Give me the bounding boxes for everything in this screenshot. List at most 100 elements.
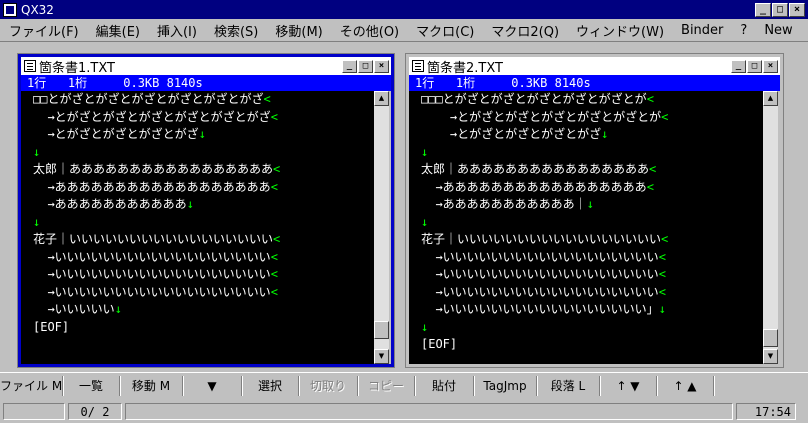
return-mark-icon: ↓ <box>601 127 609 141</box>
function-key-11[interactable]: ↑ ▼ <box>600 376 657 396</box>
line-text: →いいいいいいいいいいいいいいいいいい <box>33 249 271 264</box>
function-key-bar: ファイル M 一覧 移動 M ▼ 選択 切取り コピー 貼付 TagJmp 段落 L ↑ ▼ ↑ ▲ <box>0 372 808 399</box>
line-text: →あああああああああああああああああ <box>421 179 647 194</box>
menu-item[interactable]: ? <box>731 23 755 38</box>
scroll-thumb[interactable] <box>374 321 389 339</box>
menu-item[interactable]: New <box>755 23 800 38</box>
menu-item[interactable]: マクロ2(Q) <box>482 21 567 40</box>
document-window-1[interactable]: 箇条書1.TXT _ □ × 1行 1桁 0.3KB 8140s □□とがざとが… <box>17 53 395 368</box>
line-text: →ああああああああああああああああああ <box>33 179 271 194</box>
function-key-4[interactable]: ▼ <box>183 376 242 396</box>
function-key-2[interactable]: 一覧 <box>63 376 120 396</box>
mdi-area: 箇条書1.TXT _ □ × 1行 1桁 0.3KB 8140s □□とがざとが… <box>0 42 808 370</box>
line-text: ↓ <box>421 319 429 334</box>
scroll-down-button[interactable]: ▼ <box>374 349 389 364</box>
menu-item[interactable]: マクロ(C) <box>407 21 482 40</box>
line-text: →いいいいいいいいいいいいいいいいいい <box>33 267 271 281</box>
menu-item[interactable]: 検索(S) <box>205 21 266 40</box>
text-line: →ああああああああああああああああああ< <box>33 179 374 197</box>
text-editor[interactable]: □□□とがざとがざとがざとがざとがざとが< →とがざとがざとがざとがざとがざとが… <box>409 91 763 364</box>
document-icon[interactable] <box>24 60 36 72</box>
line-text: →あああああああああああ <box>33 197 187 211</box>
return-mark-icon: ↓ <box>658 302 666 316</box>
text-line: □□□とがざとがざとがざとがざとがざとが< <box>421 91 763 109</box>
line-text: 花子｜いいいいいいいいいいいいいいいいい <box>421 232 662 246</box>
text-line: →あああああああああああ↓ <box>33 196 374 214</box>
maximize-button[interactable]: □ <box>772 2 788 17</box>
function-key-12[interactable]: ↑ ▲ <box>657 376 714 396</box>
doc-close-button[interactable]: × <box>763 59 778 73</box>
document-title: 箇条書2.TXT <box>427 60 503 76</box>
menu-item[interactable]: ファイル(F) <box>0 21 87 40</box>
line-text: ↓ <box>33 214 41 229</box>
wrap-mark-icon: < <box>661 109 669 124</box>
app-icon[interactable] <box>3 2 17 17</box>
menu-item[interactable]: 挿入(I) <box>148 21 205 40</box>
document-title: 箇条書1.TXT <box>39 60 115 76</box>
line-text: 太郎｜ああああああああああああああああ <box>421 162 650 176</box>
function-key-1[interactable]: ファイル M <box>0 376 63 396</box>
wrap-mark-icon: < <box>658 284 666 299</box>
text-editor[interactable]: □□とがざとがざとがざとがざとがざとがざ< →とがざとがざとがざとがざとがざとが… <box>21 91 374 364</box>
doc-close-button[interactable]: × <box>374 59 389 73</box>
function-key-5[interactable]: 選択 <box>242 376 299 396</box>
doc-minimize-button[interactable]: _ <box>342 59 357 73</box>
clock: 17:54 <box>736 402 796 420</box>
text-line: ↓ <box>421 214 763 232</box>
app-title: QX32 <box>21 2 54 17</box>
minimize-button[interactable]: _ <box>755 2 771 17</box>
vertical-scrollbar[interactable]: ▲ ▼ <box>763 91 778 364</box>
wrap-mark-icon: < <box>649 162 657 176</box>
page-indicator: 0/ 2 <box>68 402 122 420</box>
doc-minimize-button[interactable]: _ <box>731 59 746 73</box>
return-mark-icon: ↓ <box>198 127 206 141</box>
scroll-thumb[interactable] <box>763 329 778 347</box>
wrap-mark-icon: < <box>646 179 654 194</box>
text-line: →あああああああああああああああああ< <box>421 179 763 197</box>
line-text: →とがざとがざとがざとがざとがざとがざ <box>33 109 271 124</box>
text-line: ↓ <box>421 319 763 337</box>
text-line: →とがざとがざとがざとがざ↓ <box>421 126 763 144</box>
text-line: 太郎｜あああああああああああああああああ< <box>33 161 374 179</box>
function-key-10[interactable]: 段落 L <box>537 376 600 396</box>
line-text: [EOF] <box>421 337 458 351</box>
text-line: ↓ <box>33 214 374 232</box>
scroll-down-button[interactable]: ▼ <box>763 349 778 364</box>
document-titlebar: 箇条書1.TXT _ □ × <box>21 57 391 76</box>
line-text: →いいいいいいいいいいいいいいいいい」 <box>421 302 659 316</box>
function-key-6[interactable]: 切取り <box>299 376 358 396</box>
function-key-7[interactable]: コピー <box>358 376 415 396</box>
menu-item[interactable]: 移動(M) <box>266 21 330 40</box>
text-line: □□とがざとがざとがざとがざとがざとがざ< <box>33 91 374 109</box>
menu-item[interactable]: その他(O) <box>331 21 407 40</box>
text-line: 太郎｜ああああああああああああああああ< <box>421 161 763 179</box>
function-key-9[interactable]: TagJmp <box>474 376 537 396</box>
text-line: →あああああああああああ｜↓ <box>421 196 763 214</box>
doc-maximize-button[interactable]: □ <box>358 59 373 73</box>
function-key-8[interactable]: 貼付 <box>415 376 474 396</box>
line-text: 花子｜いいいいいいいいいいいいいいいいい <box>33 232 274 246</box>
text-line: 花子｜いいいいいいいいいいいいいいいいい< <box>421 231 763 249</box>
document-window-2[interactable]: 箇条書2.TXT _ □ × 1行 1桁 0.3KB 8140s □□□とがざと… <box>405 53 784 368</box>
function-key-3[interactable]: 移動 M <box>120 376 183 396</box>
line-text: ↓ <box>421 144 429 159</box>
menu-item[interactable]: ウィンドウ(W) <box>567 21 672 40</box>
scroll-up-button[interactable]: ▲ <box>763 91 778 106</box>
document-icon[interactable] <box>412 60 424 72</box>
line-text: →いいいいいいいいいいいいいいいいいい <box>421 267 659 281</box>
doc-maximize-button[interactable]: □ <box>747 59 762 73</box>
document-titlebar: 箇条書2.TXT _ □ × <box>409 57 780 76</box>
scroll-up-button[interactable]: ▲ <box>374 91 389 106</box>
menu-item[interactable]: Binder <box>672 23 731 38</box>
line-text: 太郎｜あああああああああああああああああ <box>33 162 274 176</box>
line-text: →いいいいいいいいいいいいいいいいいい <box>421 249 659 264</box>
wrap-mark-icon: < <box>661 232 669 246</box>
close-button[interactable]: × <box>789 2 805 17</box>
text-line: →いいいいいいいいいいいいいいいいい」↓ <box>421 301 763 319</box>
vertical-scrollbar[interactable]: ▲ ▼ <box>374 91 389 364</box>
wrap-mark-icon: < <box>270 284 278 299</box>
wrap-mark-icon: < <box>270 109 278 124</box>
return-mark-icon: ↓ <box>114 302 122 316</box>
line-text: →とがざとがざとがざとがざ <box>421 127 602 141</box>
menu-item[interactable]: 編集(E) <box>87 21 148 40</box>
